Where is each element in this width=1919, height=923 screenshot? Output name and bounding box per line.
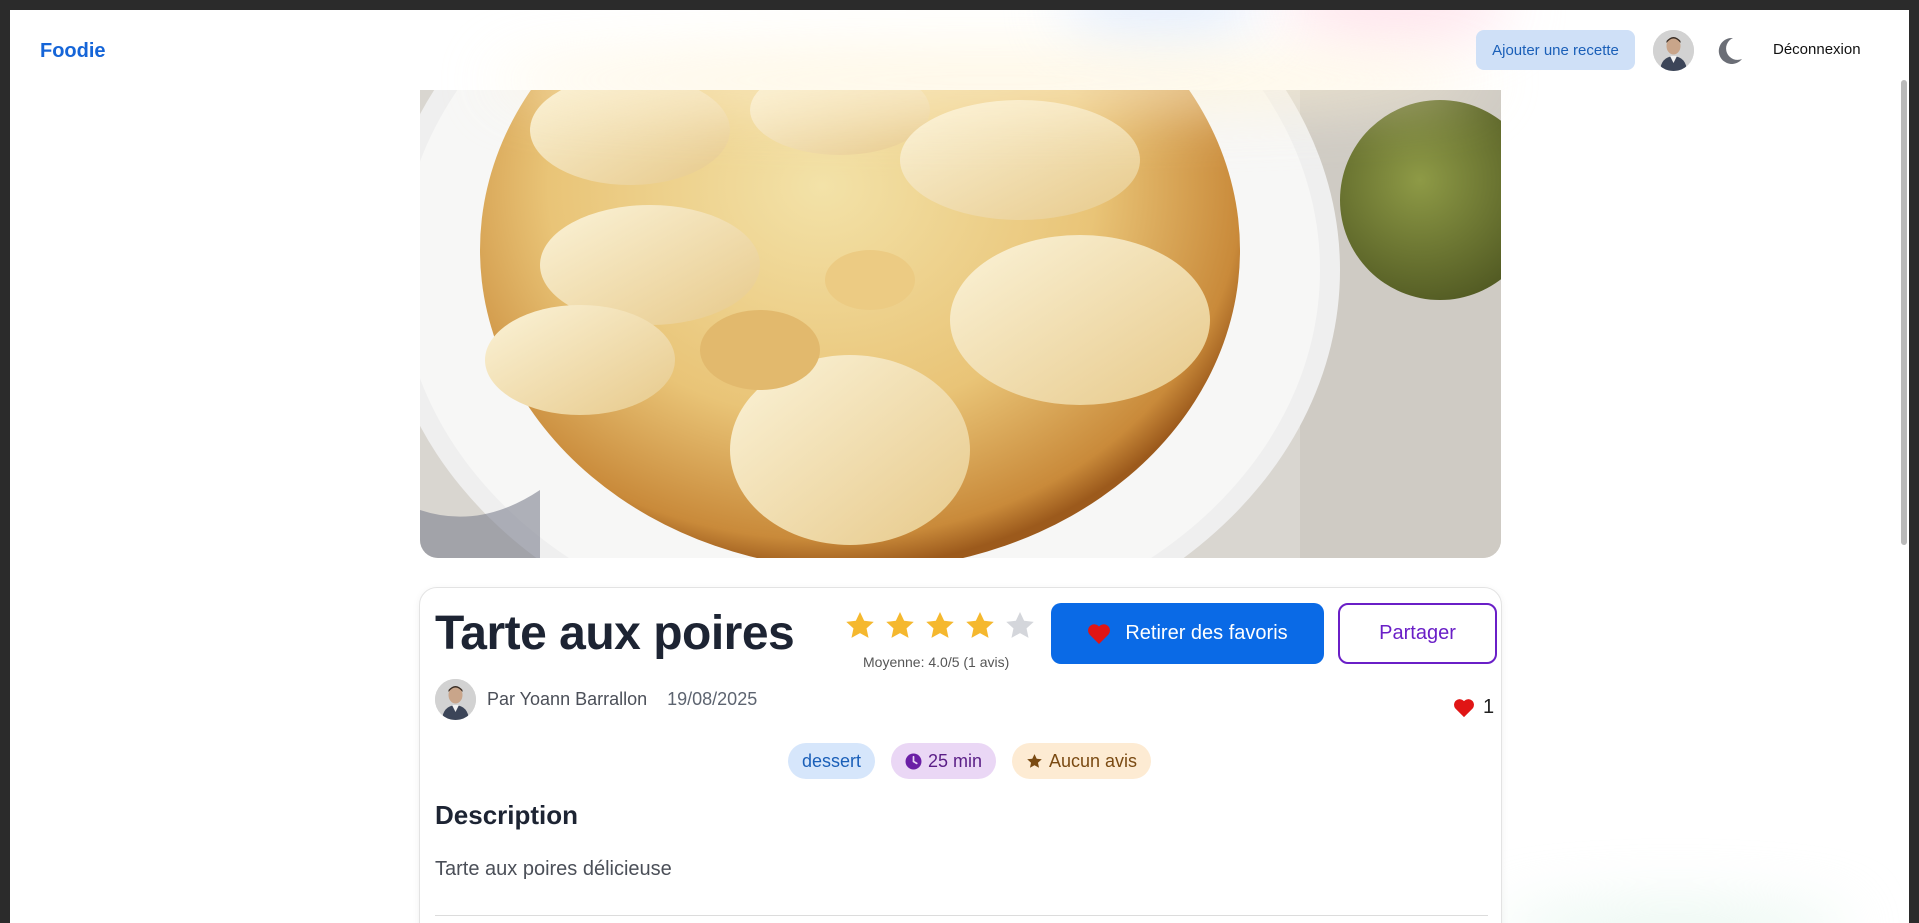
author-name[interactable]: Par Yoann Barrallon (487, 689, 647, 710)
star-icon[interactable] (1004, 610, 1036, 642)
scrollbar-thumb[interactable] (1901, 80, 1907, 545)
average-rating: Moyenne: 4.0/5 (1 avis) (863, 654, 1010, 670)
add-recipe-button[interactable]: Ajouter une recette (1476, 30, 1635, 70)
share-button[interactable]: Partager (1338, 603, 1497, 664)
time-tag: 25 min (890, 743, 996, 779)
star-icon (1027, 753, 1042, 768)
moon-icon[interactable] (1713, 35, 1745, 67)
remove-favorite-label: Retirer des favoris (1125, 622, 1288, 644)
recipe-hero-image (420, 90, 1501, 558)
star-icon[interactable] (964, 610, 996, 642)
star-icon[interactable] (844, 610, 876, 642)
top-navbar: Foodie Ajouter une recette Déconnexion (10, 10, 1909, 110)
category-tag[interactable]: dessert (787, 743, 875, 779)
author-row: Par Yoann Barrallon 19/08/2025 (435, 678, 757, 720)
pear-tart-photo (420, 90, 1501, 558)
app-window: Foodie Ajouter une recette Déconnexion T… (10, 10, 1909, 923)
remove-favorite-button[interactable]: Retirer des favoris (1051, 603, 1324, 664)
clock-icon (905, 753, 922, 769)
user-avatar[interactable] (1653, 30, 1694, 71)
logout-link[interactable]: Déconnexion (1773, 41, 1861, 58)
heart-icon (1454, 698, 1474, 717)
star-icon[interactable] (884, 610, 916, 642)
background-blob (1500, 910, 1850, 923)
rating-tag: Aucun avis (1012, 743, 1152, 779)
avatar-image (1653, 30, 1694, 71)
rating-tag-label: Aucun avis (1049, 750, 1138, 771)
recipe-details-card: Tarte aux poires Par Yoann Barrallon 19/… (419, 587, 1502, 923)
brand-logo-link[interactable]: Foodie (40, 40, 106, 63)
recipe-title: Tarte aux poires (435, 607, 795, 660)
heart-icon (1088, 623, 1111, 644)
time-tag-label: 25 min (927, 750, 982, 771)
author-avatar[interactable] (435, 678, 476, 720)
recipe-tags: dessert 25 min Aucun avis (420, 743, 1501, 779)
category-tag-label: dessert (801, 750, 861, 771)
star-icon[interactable] (924, 610, 956, 642)
favorites-counter: 1 (1453, 696, 1494, 719)
publish-date: 19/08/2025 (667, 688, 758, 709)
description-heading: Description (435, 800, 579, 830)
description-text: Tarte aux poires délicieuse (435, 858, 672, 880)
favorites-count: 1 (1483, 696, 1495, 718)
section-divider (435, 915, 1488, 916)
avatar-image (435, 678, 476, 720)
rating-stars[interactable] (844, 610, 1036, 642)
